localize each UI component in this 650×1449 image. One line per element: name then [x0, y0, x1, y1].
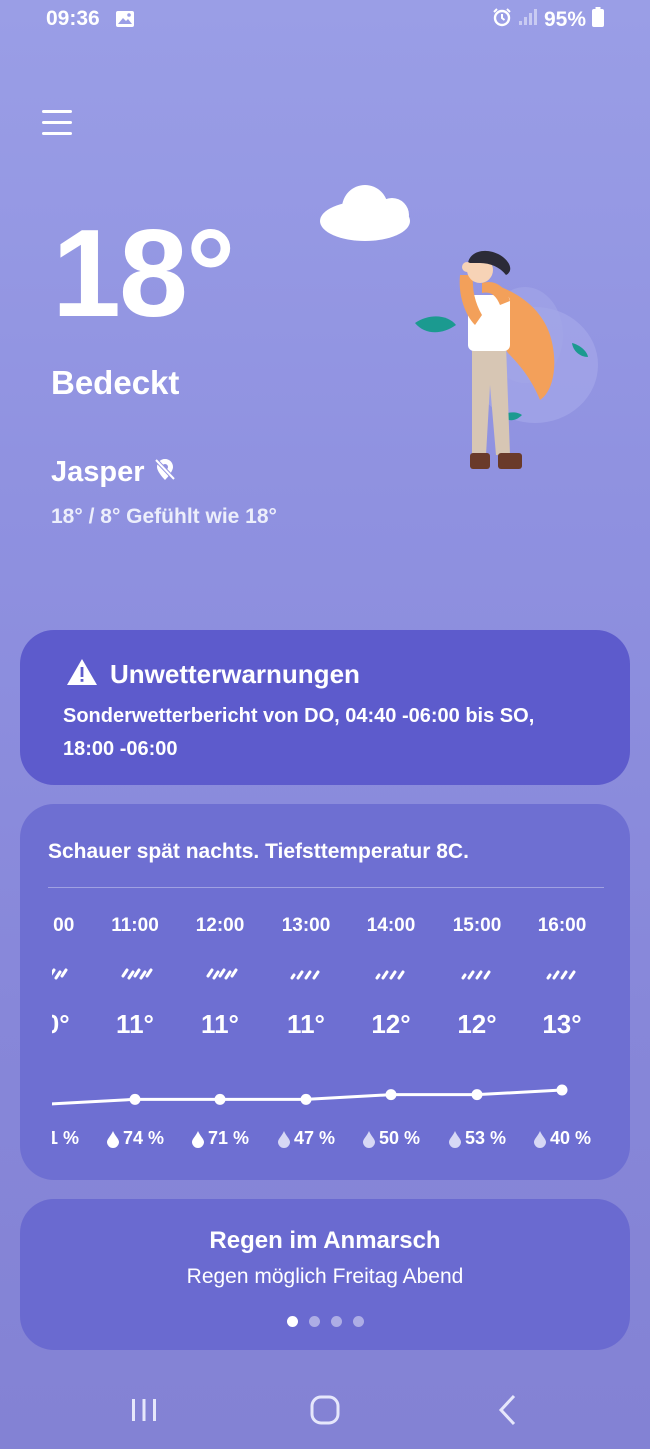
- hour-precipitation: 40 %: [522, 1128, 602, 1149]
- hour-temperature: 10°: [30, 1009, 70, 1039]
- raindrop-icon: [106, 1130, 119, 1148]
- rain-icon: [117, 958, 153, 984]
- gallery-notification-icon: [115, 10, 135, 33]
- raindrop-icon: [191, 1130, 204, 1148]
- location-off-icon: [153, 457, 177, 488]
- page-dot: [308, 1316, 320, 1327]
- trend-point: [472, 1089, 483, 1100]
- showers-icon: [373, 958, 409, 984]
- precipitation-chance: 40 %: [549, 1128, 592, 1148]
- rain-alert-subtitle: Regen möglich Freitag Abend: [186, 1265, 464, 1288]
- hour-precipitation: 50 %: [351, 1128, 431, 1149]
- hour-precipitation: 74 %: [95, 1128, 175, 1149]
- hour-temperature: 11°: [116, 1009, 154, 1039]
- temperature-trend-line: [20, 1064, 630, 1124]
- menu-icon-line: [42, 121, 72, 124]
- current-temperature: 18°: [52, 205, 236, 343]
- rain-alert-title: Regen im Anmarsch: [209, 1227, 441, 1254]
- hour-precipitation: 53 %: [437, 1128, 517, 1149]
- precipitation-chance: 47 %: [293, 1128, 336, 1148]
- hour-temperature: 12°: [457, 1009, 497, 1039]
- recent-apps-button[interactable]: [124, 1390, 164, 1430]
- severe-weather-warning-card[interactable]: Unwetterwarnungen Sonderwetterbericht vo…: [20, 630, 630, 785]
- warning-text: Sonderwetterbericht von DO, 04:40 -06:00…: [63, 705, 535, 760]
- status-right: 95%: [492, 7, 604, 33]
- current-condition: Bedeckt: [51, 364, 180, 401]
- warning-icon: [66, 658, 98, 691]
- battery-percent: 95%: [543, 8, 586, 31]
- location-name: Jasper: [51, 456, 145, 488]
- recent-apps-icon: [132, 1399, 156, 1421]
- hour-precipitation: 47 %: [266, 1128, 346, 1149]
- hour-temperature: 11°: [287, 1009, 325, 1039]
- hourly-forecast-card[interactable]: Schauer spät nachts. Tiefsttemperatur 8C…: [20, 804, 630, 1180]
- trend-point: [130, 1094, 141, 1105]
- hour-precipitation: 71 %: [180, 1128, 260, 1149]
- signal-icon: [518, 8, 538, 32]
- hour-time: 11:00: [111, 915, 159, 936]
- home-icon: [310, 1395, 340, 1425]
- hour-temperature: 13°: [542, 1009, 582, 1039]
- precipitation-chance: 53 %: [464, 1128, 507, 1148]
- trend-point: [557, 1085, 568, 1096]
- hour-temperature: 11°: [201, 1009, 239, 1039]
- battery-icon: [592, 7, 604, 33]
- hour-time: 13:00: [281, 915, 331, 936]
- precipitation-chance: 74 %: [122, 1128, 165, 1148]
- navigation-bar: [0, 1370, 650, 1449]
- menu-icon-line: [42, 132, 72, 135]
- cloud-icon: [320, 185, 410, 241]
- showers-icon: [544, 958, 580, 984]
- page-indicator: [20, 1316, 630, 1327]
- status-bar: 09:36 95%: [0, 0, 650, 40]
- raindrop-icon: [21, 1130, 35, 1148]
- precipitation-chance: 71 %: [207, 1128, 250, 1148]
- raindrop-icon: [448, 1130, 461, 1148]
- menu-button[interactable]: [42, 110, 74, 140]
- page-dot: [286, 1316, 298, 1327]
- page-dot: [330, 1316, 342, 1327]
- hour-time: 16:00: [537, 915, 587, 936]
- raindrop-icon: [362, 1130, 375, 1148]
- warning-title: Unwetterwarnungen: [110, 659, 360, 689]
- hour-time: 15:00: [452, 915, 502, 936]
- weather-illustration: [310, 175, 620, 485]
- showers-icon: [288, 958, 324, 984]
- rain-icon: [202, 958, 238, 984]
- rain-alert-card[interactable]: Regen im Anmarsch Regen möglich Freitag …: [20, 1199, 630, 1350]
- showers-icon: [459, 958, 495, 984]
- trend-point: [215, 1094, 226, 1105]
- hour-time: 12:00: [195, 915, 245, 936]
- rain-icon: [52, 958, 68, 984]
- back-button[interactable]: [488, 1390, 528, 1430]
- page-dot: [352, 1316, 364, 1327]
- alarm-icon: [492, 7, 512, 33]
- location-row[interactable]: Jasper: [51, 456, 177, 489]
- raindrop-icon: [533, 1130, 546, 1148]
- trend-point: [301, 1094, 312, 1105]
- hour-time: 14:00: [366, 915, 416, 936]
- home-button[interactable]: [305, 1390, 345, 1430]
- temperature-range: 18° / 8° Gefühlt wie 18°: [51, 505, 277, 528]
- hour-time: 10:00: [25, 915, 75, 936]
- hour-temperature: 12°: [371, 1009, 411, 1039]
- warning-title-row: Unwetterwarnungen: [66, 658, 360, 691]
- back-icon: [498, 1394, 516, 1426]
- trend-point: [386, 1089, 397, 1100]
- raindrop-icon: [277, 1130, 290, 1148]
- precipitation-chance: 50 %: [378, 1128, 421, 1148]
- hour-precipitation: 81 %: [21, 1128, 90, 1149]
- status-time: 09:36: [46, 7, 100, 30]
- menu-icon-line: [42, 110, 72, 113]
- precipitation-chance: 81 %: [37, 1128, 80, 1148]
